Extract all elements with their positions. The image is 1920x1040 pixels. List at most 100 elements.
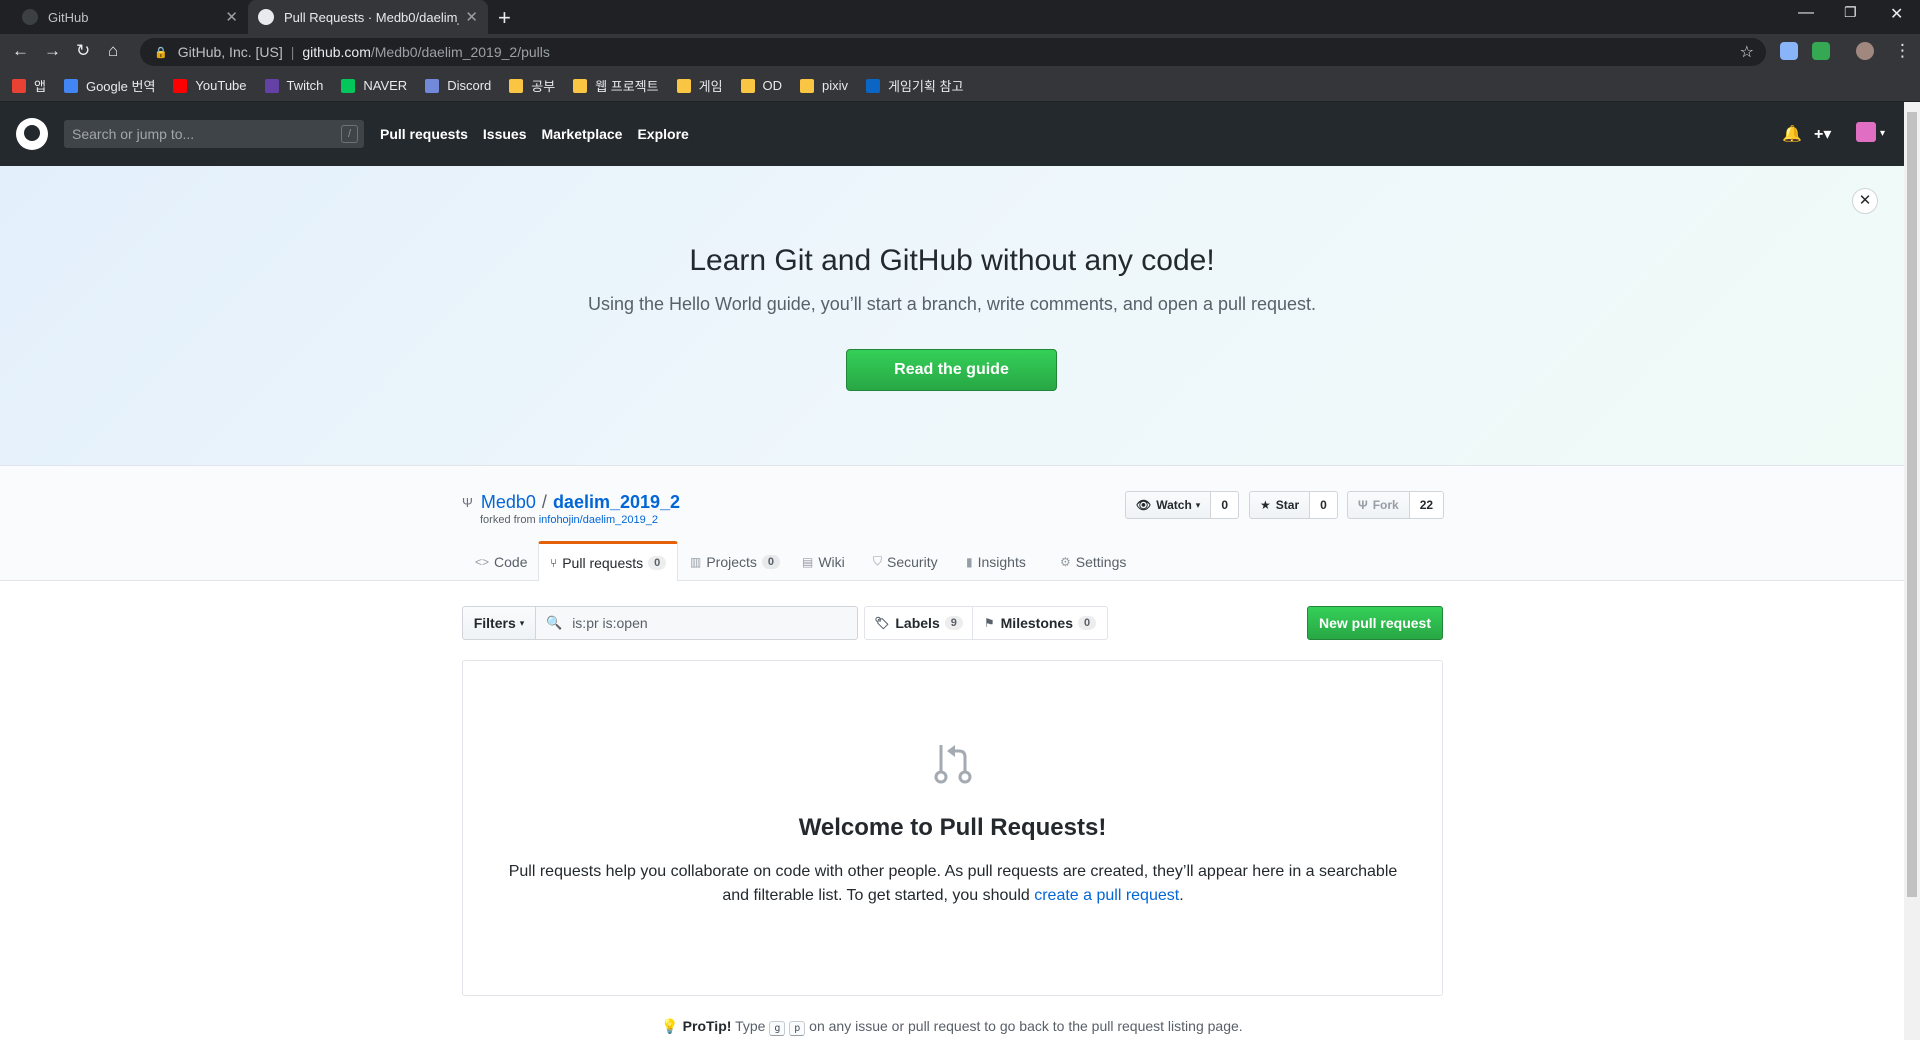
- pull-request-icon: ⑂: [550, 555, 558, 570]
- header-nav-explore[interactable]: Explore: [637, 126, 688, 142]
- search-icon: 🔍: [546, 615, 563, 630]
- bookmark-star-icon[interactable]: ☆: [1740, 42, 1754, 62]
- filters-dropdown[interactable]: Filters ▾: [462, 606, 536, 640]
- extension-adblock-icon[interactable]: [1812, 42, 1830, 60]
- watch-button[interactable]: 👁 Watch ▾: [1125, 491, 1212, 519]
- github-search-input[interactable]: Search or jump to... /: [64, 120, 364, 148]
- header-nav-issues[interactable]: Issues: [483, 126, 527, 142]
- header-nav-pull-requests[interactable]: Pull requests: [380, 126, 468, 142]
- watch-group: 👁 Watch ▾ 0: [1125, 491, 1240, 519]
- extension-shield-icon[interactable]: [1780, 42, 1798, 60]
- bookmark-item[interactable]: Twitch: [264, 78, 324, 93]
- tab-security[interactable]: ⛉ Security: [873, 542, 938, 581]
- back-arrow-icon[interactable]: ←: [12, 41, 29, 61]
- bookmark-label: Twitch: [286, 78, 324, 93]
- tab-projects[interactable]: ▥ Projects 0: [690, 542, 781, 581]
- window-close-icon[interactable]: ✕: [1890, 4, 1903, 24]
- star-icon: ★: [1260, 498, 1271, 512]
- bookmark-item[interactable]: NAVER: [341, 78, 407, 93]
- bookmark-item[interactable]: Google 번역: [63, 76, 155, 95]
- bookmark-label: 게임: [698, 79, 723, 94]
- project-icon: ▥: [690, 554, 702, 569]
- bookmark-icon: [341, 78, 356, 93]
- tab-code[interactable]: <> Code: [475, 542, 527, 581]
- bookmark-item[interactable]: 웹 프로젝트: [573, 76, 659, 95]
- notifications-bell-icon[interactable]: 🔔: [1782, 124, 1802, 144]
- url-host: github.com: [302, 44, 371, 60]
- milestones-button[interactable]: ⚑ Milestones 0: [972, 606, 1108, 640]
- lock-icon: 🔒: [154, 46, 168, 59]
- watch-count[interactable]: 0: [1211, 491, 1240, 519]
- bookmark-item[interactable]: OD: [740, 78, 782, 93]
- search-pull-requests-input[interactable]: 🔍 is:pr is:open: [535, 606, 858, 640]
- bookmark-label: 웹 프로젝트: [595, 79, 659, 94]
- create-new-plus-icon[interactable]: +▾: [1814, 124, 1831, 144]
- tab-title: Pull Requests · Medb0/daelim_2019_2: [284, 9, 459, 25]
- bookmark-item[interactable]: Discord: [425, 78, 491, 93]
- tab-insights[interactable]: ▮ Insights: [966, 542, 1026, 581]
- close-banner-icon[interactable]: ✕: [1852, 188, 1878, 214]
- header-nav-marketplace[interactable]: Marketplace: [542, 126, 623, 142]
- star-button[interactable]: ★ Star: [1249, 491, 1311, 519]
- user-avatar[interactable]: [1856, 122, 1876, 142]
- forked-from-link[interactable]: infohojin/daelim_2019_2: [539, 514, 658, 526]
- star-count[interactable]: 0: [1310, 491, 1338, 519]
- bookmark-icon: [676, 78, 691, 93]
- code-icon: <>: [475, 554, 490, 569]
- banner-title: Learn Git and GitHub without any code!: [689, 244, 1215, 277]
- tab-pull-requests[interactable]: ⑂ Pull requests 0: [538, 541, 679, 581]
- create-pull-request-link[interactable]: create a pull request: [1034, 887, 1179, 904]
- tab-wiki[interactable]: ▤ Wiki: [802, 542, 845, 581]
- read-the-guide-button[interactable]: Read the guide: [846, 349, 1057, 391]
- browser-tab-pull-requests[interactable]: Pull Requests · Medb0/daelim_2019_2 ✕: [248, 0, 488, 34]
- bookmarks-bar: 앱 Google 번역 YouTube Twitch NAVER Discord 공부 웹 프…: [0, 70, 1920, 102]
- shield-icon: ⛉: [873, 554, 883, 568]
- bookmark-item[interactable]: 게임기획 참고: [866, 76, 963, 95]
- protip: 💡 ProTip! Type g p on any issue or pull …: [661, 1018, 1243, 1036]
- banner-subtitle: Using the Hello World guide, you’ll star…: [587, 294, 1317, 314]
- forward-arrow-icon[interactable]: →: [44, 41, 61, 61]
- new-pull-request-button[interactable]: New pull request: [1307, 606, 1443, 640]
- bookmark-item[interactable]: 앱: [12, 76, 46, 95]
- protip-label: ProTip!: [682, 1018, 732, 1034]
- close-tab-icon[interactable]: ✕: [465, 8, 478, 26]
- home-icon[interactable]: ⌂: [108, 41, 118, 61]
- bookmark-item[interactable]: 게임: [676, 76, 723, 95]
- fork-count[interactable]: 22: [1409, 491, 1445, 519]
- tab-settings[interactable]: ⚙ Settings: [1060, 542, 1126, 581]
- chevron-down-icon[interactable]: ▾: [1880, 128, 1885, 139]
- bookmark-icon: [509, 78, 524, 93]
- bookmark-item[interactable]: 공부: [509, 76, 555, 95]
- reload-icon[interactable]: ↻: [76, 41, 90, 61]
- browser-tabbar: GitHub ✕ Pull Requests · Medb0/daelim_20…: [0, 0, 1920, 34]
- repo-name-link[interactable]: daelim_2019_2: [553, 492, 680, 513]
- browser-menu-icon[interactable]: ⋮: [1894, 41, 1911, 61]
- scrollbar-thumb[interactable]: [1907, 112, 1917, 897]
- github-logo-icon[interactable]: [16, 118, 48, 150]
- new-tab-button[interactable]: +: [498, 5, 511, 31]
- tab-title: GitHub: [48, 9, 89, 25]
- page-scrollbar[interactable]: [1904, 102, 1920, 1040]
- chevron-down-icon: ▾: [1195, 499, 1201, 510]
- forked-from-note: forked from infohojin/daelim_2019_2: [480, 514, 658, 526]
- profile-avatar[interactable]: [1856, 42, 1874, 60]
- restore-icon[interactable]: ❐: [1844, 4, 1857, 21]
- bookmark-item[interactable]: pixiv: [800, 78, 848, 93]
- bookmark-item[interactable]: YouTube: [173, 78, 247, 93]
- fork-icon: Ψ: [1358, 498, 1368, 512]
- shortcut-key-p: p: [789, 1021, 806, 1036]
- pull-request-icon: [934, 745, 972, 784]
- browser-tab-github[interactable]: GitHub ✕: [12, 0, 248, 34]
- close-tab-icon[interactable]: ✕: [225, 8, 238, 26]
- pull-requests-count: 0: [648, 555, 667, 570]
- empty-state: Welcome to Pull Requests! Pull requests …: [462, 660, 1443, 996]
- bookmark-label: 앱: [34, 79, 46, 94]
- bookmark-icon: [12, 78, 26, 93]
- fork-button[interactable]: Ψ Fork: [1347, 491, 1410, 519]
- search-shortcut-key: /: [341, 125, 358, 143]
- labels-button[interactable]: 🏷 Labels 9: [864, 606, 973, 640]
- address-bar[interactable]: 🔒 GitHub, Inc. [US] | github.com /Medb0/…: [140, 38, 1766, 66]
- search-value: is:pr is:open: [572, 615, 648, 631]
- minimize-icon[interactable]: —: [1798, 4, 1814, 22]
- repo-owner-link[interactable]: Medb0: [481, 492, 536, 513]
